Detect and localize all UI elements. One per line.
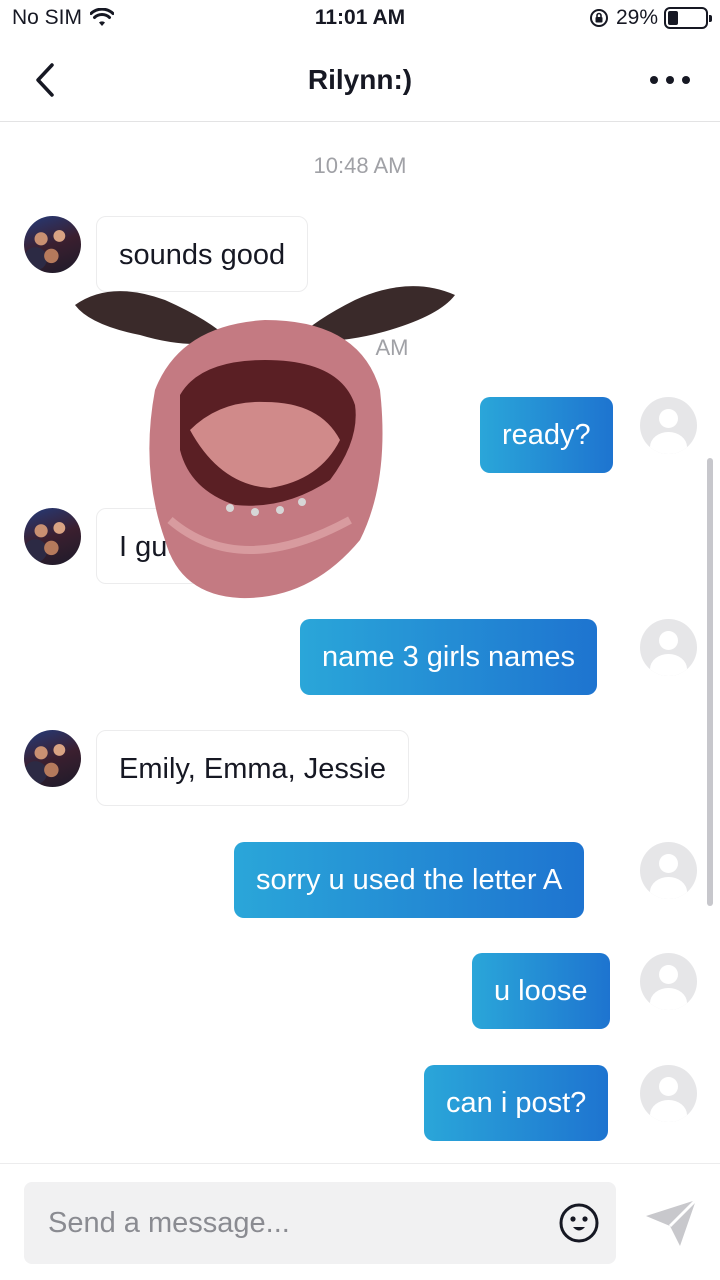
message-bubble-outgoing[interactable]: sorry u used the letter A	[234, 842, 585, 918]
battery-fill	[668, 11, 678, 25]
chat-title[interactable]: Rilynn:)	[0, 64, 720, 96]
message-bubble-outgoing[interactable]: can i post?	[424, 1065, 609, 1141]
more-options-button[interactable]	[650, 72, 690, 88]
battery-percent: 29%	[615, 6, 658, 29]
mouth-sticker	[75, 286, 455, 599]
message-bubble-incoming[interactable]: Emily, Emma, Jessie	[96, 730, 409, 806]
rotation-lock-icon	[589, 9, 608, 27]
send-icon[interactable]	[644, 1198, 698, 1248]
user-avatar[interactable]	[640, 1065, 697, 1122]
contact-avatar[interactable]	[24, 216, 81, 273]
message-input[interactable]	[48, 1182, 548, 1264]
message-thread[interactable]: 10:48 AM sounds good AM ready? I gue nam…	[0, 123, 720, 1163]
message-bubble-outgoing[interactable]: u loose	[472, 953, 610, 1029]
chat-header: Rilynn:)	[0, 40, 720, 122]
user-avatar[interactable]	[640, 397, 697, 454]
user-avatar[interactable]	[640, 953, 697, 1010]
emoji-icon[interactable]	[558, 1202, 600, 1244]
message-composer	[0, 1163, 720, 1280]
scrollbar[interactable]	[707, 458, 713, 906]
status-bar: No SIM 11:01 AM 29%	[0, 0, 720, 40]
message-bubble-outgoing[interactable]: name 3 girls names	[300, 619, 598, 695]
message-input-box[interactable]	[24, 1182, 616, 1264]
more-dot	[650, 76, 658, 84]
more-dot	[682, 76, 690, 84]
contact-avatar[interactable]	[24, 730, 81, 787]
status-right: 29%	[588, 6, 712, 30]
more-dot	[666, 76, 674, 84]
timestamp: 10:48 AM	[313, 153, 407, 178]
user-avatar[interactable]	[640, 842, 697, 899]
user-avatar[interactable]	[640, 619, 697, 676]
message-bubble-outgoing[interactable]: ready?	[480, 397, 613, 473]
battery-icon	[664, 7, 712, 29]
